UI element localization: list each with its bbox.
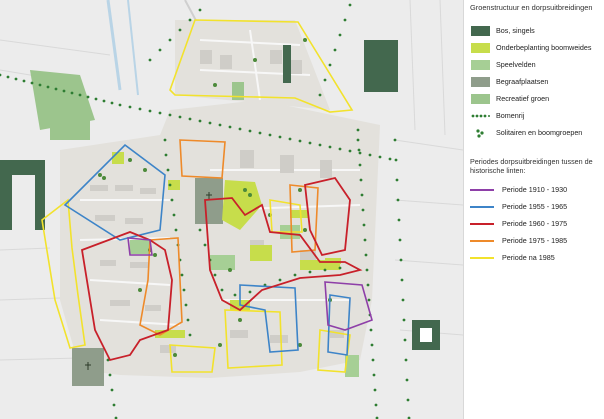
- legend-label: Recreatief groen: [496, 94, 550, 103]
- boomgroep-icon: [476, 128, 484, 138]
- begraafplaats-centre: [195, 178, 223, 224]
- legend-label: Periode 1960 - 1975: [502, 219, 568, 228]
- swatch-recreatief: [471, 93, 490, 104]
- legend-label: Periode 1975 - 1985: [502, 236, 568, 245]
- legend-label: Periode na 1985: [502, 253, 555, 262]
- legend-period-1975-1985: Periode 1975 - 1985: [468, 232, 604, 249]
- bomenrij-icon: [471, 114, 490, 117]
- legend-title: Groenstructuur en dorpsuitbreidingen: [470, 3, 593, 12]
- line-swatch-1975-1985: [470, 239, 494, 242]
- clearing: [420, 328, 432, 342]
- legend-label: Begraafplaatsen: [496, 77, 549, 86]
- line-swatch-1910-1930: [470, 188, 494, 191]
- swatch-bos: [471, 25, 490, 36]
- legend-item-recreatief: Recreatief groen: [468, 90, 604, 107]
- swatch-onderbeplanting: [471, 42, 490, 53]
- legend-label: Periode 1955 - 1965: [502, 202, 568, 211]
- line-swatch-na-1985: [470, 256, 494, 259]
- legend-item-onderbeplanting: Onderbeplanting boomweides: [468, 39, 604, 56]
- legend-period-1955-1965: Periode 1955 - 1965: [468, 198, 604, 215]
- line-swatch-1960-1975: [470, 222, 494, 225]
- line-swatch-1955-1965: [470, 205, 494, 208]
- legend-item-bomenrij: Bomenrij: [468, 107, 604, 124]
- legend-label: Bomenrij: [496, 111, 525, 120]
- bos-block-north: [364, 40, 398, 92]
- legend-label: Periode 1910 - 1930: [502, 185, 568, 194]
- legend-item-solitairen: Solitairen en boomgroepen: [468, 124, 604, 141]
- bos-strip: [283, 45, 291, 83]
- legend-item-begraafplaatsen: Begraafplaatsen: [468, 73, 604, 90]
- legend-label: Speelvelden: [496, 60, 536, 69]
- legend-label: Onderbeplanting boomweides: [496, 43, 592, 52]
- legend-item-bos: Bos, singels: [468, 22, 604, 39]
- recreatief-west-2: [50, 110, 90, 140]
- legend-period-na-1985: Periode na 1985: [468, 249, 604, 266]
- swatch-speelvelden: [471, 59, 490, 70]
- map-legend: Groenstructuur en dorpsuitbreidingen Bos…: [463, 0, 604, 419]
- legend-label: Solitairen en boomgroepen: [496, 128, 583, 137]
- map-canvas[interactable]: [0, 0, 463, 419]
- map-svg: [0, 0, 463, 419]
- legend-item-speelvelden: Speelvelden: [468, 56, 604, 73]
- legend-period-1910-1930: Periode 1910 - 1930: [468, 181, 604, 198]
- periods-title: Periodes dorpsuitbreidingen tussen de hi…: [470, 157, 593, 175]
- swatch-begraafplaatsen: [471, 76, 490, 87]
- legend-period-1960-1975: Periode 1960 - 1975: [468, 215, 604, 232]
- legend-label: Bos, singels: [496, 26, 535, 35]
